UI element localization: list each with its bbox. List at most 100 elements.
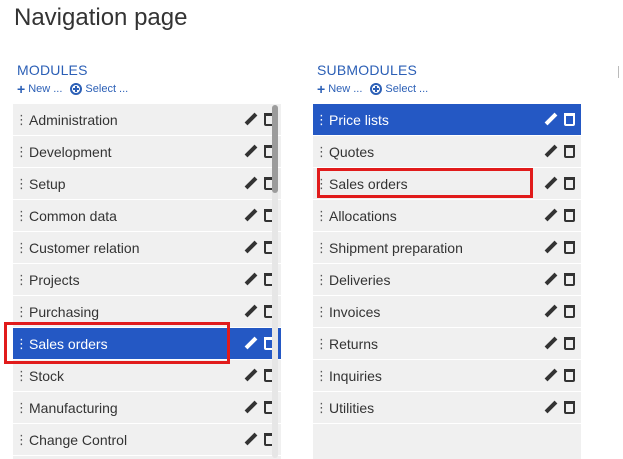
module-item-label: Administration <box>29 111 118 128</box>
pencil-icon[interactable] <box>544 177 558 191</box>
module-item-label: Change Control <box>29 431 128 448</box>
module-item-label: Setup <box>29 175 66 192</box>
submodule-item-shipment-preparation[interactable]: ⋮ Shipment preparation <box>313 232 581 264</box>
column-edge-fragment <box>618 66 619 78</box>
submodule-item-label: Shipment preparation <box>329 239 463 256</box>
module-item-projects[interactable]: ⋮ Projects <box>13 264 281 296</box>
module-item-manufacturing[interactable]: ⋮ Manufacturing <box>13 392 281 424</box>
pencil-icon[interactable] <box>544 369 558 383</box>
submodule-item-label: Utilities <box>329 399 375 416</box>
module-item-customer-relation[interactable]: ⋮ Customer relation <box>13 232 281 264</box>
trash-icon[interactable] <box>564 273 575 286</box>
grip-icon[interactable]: ⋮ <box>313 208 329 224</box>
submodule-item-label: Sales orders <box>329 175 408 192</box>
pencil-icon[interactable] <box>244 177 258 191</box>
modules-scrollbar-thumb[interactable] <box>272 105 278 193</box>
pencil-icon[interactable] <box>544 209 558 223</box>
grip-icon[interactable]: ⋮ <box>313 368 329 384</box>
modules-new-button[interactable]: + New ... <box>17 82 62 96</box>
submodule-item-inquiries[interactable]: ⋮ Inquiries <box>313 360 581 392</box>
modules-column: MODULES + New ... Select ... ⋮ Administr… <box>13 60 281 459</box>
grip-icon[interactable]: ⋮ <box>13 368 29 384</box>
submodule-item-sales-orders[interactable]: ⋮ Sales orders <box>313 168 581 200</box>
trash-icon[interactable] <box>564 241 575 254</box>
pencil-icon[interactable] <box>244 305 258 319</box>
trash-icon[interactable] <box>564 177 575 190</box>
module-item-setup[interactable]: ⋮ Setup <box>13 168 281 200</box>
pencil-icon[interactable] <box>544 273 558 287</box>
pencil-icon[interactable] <box>244 273 258 287</box>
grip-icon[interactable]: ⋮ <box>13 240 29 256</box>
grip-icon[interactable]: ⋮ <box>13 112 29 128</box>
trash-icon[interactable] <box>564 145 575 158</box>
grip-icon[interactable]: ⋮ <box>13 400 29 416</box>
submodule-item-price-lists[interactable]: ⋮ Price lists <box>313 104 581 136</box>
trash-icon[interactable] <box>564 305 575 318</box>
pencil-icon[interactable] <box>244 113 258 127</box>
pencil-icon[interactable] <box>244 145 258 159</box>
pencil-icon[interactable] <box>244 209 258 223</box>
module-item-development[interactable]: ⋮ Development <box>13 136 281 168</box>
grip-icon[interactable]: ⋮ <box>313 144 329 160</box>
modules-heading: MODULES <box>17 62 88 78</box>
module-item-stock[interactable]: ⋮ Stock <box>13 360 281 392</box>
pencil-icon[interactable] <box>244 401 258 415</box>
modules-select-button[interactable]: Select ... <box>70 83 128 95</box>
submodule-item-label: Invoices <box>329 303 381 320</box>
pencil-icon[interactable] <box>544 241 558 255</box>
module-item-administration[interactable]: ⋮ Administration <box>13 104 281 136</box>
zoom-plus-icon <box>70 83 83 95</box>
grip-icon[interactable]: ⋮ <box>13 144 29 160</box>
trash-icon[interactable] <box>564 209 575 222</box>
module-item-common-data[interactable]: ⋮ Common data <box>13 200 281 232</box>
pencil-icon[interactable] <box>244 337 258 351</box>
submodules-select-button[interactable]: Select ... <box>370 83 428 95</box>
submodules-select-label: Select ... <box>385 83 429 95</box>
grip-icon[interactable]: ⋮ <box>13 336 29 352</box>
trash-icon[interactable] <box>564 113 575 126</box>
grip-icon[interactable]: ⋮ <box>13 208 29 224</box>
submodule-item-label: Price lists <box>329 111 389 128</box>
grip-icon[interactable]: ⋮ <box>313 240 329 256</box>
grip-icon[interactable]: ⋮ <box>313 112 329 128</box>
trash-icon[interactable] <box>564 401 575 414</box>
submodule-item-utilities[interactable]: ⋮ Utilities <box>313 392 581 424</box>
module-item-purchasing[interactable]: ⋮ Purchasing <box>13 296 281 328</box>
grip-icon[interactable]: ⋮ <box>313 400 329 416</box>
pencil-icon[interactable] <box>244 241 258 255</box>
module-item-label: Common data <box>29 207 117 224</box>
module-item-change-control[interactable]: ⋮ Change Control <box>13 424 281 456</box>
grip-icon[interactable]: ⋮ <box>313 272 329 288</box>
pencil-icon[interactable] <box>544 305 558 319</box>
submodule-item-invoices[interactable]: ⋮ Invoices <box>313 296 581 328</box>
submodules-new-button[interactable]: + New ... <box>317 82 362 96</box>
grip-icon[interactable]: ⋮ <box>13 304 29 320</box>
grip-icon[interactable]: ⋮ <box>313 336 329 352</box>
submodule-item-label: Deliveries <box>329 271 391 288</box>
module-item-label: Customer relation <box>29 239 140 256</box>
trash-icon[interactable] <box>564 369 575 382</box>
submodule-item-label: Allocations <box>329 207 397 224</box>
page-title: Navigation page <box>14 4 188 31</box>
module-item-sales-orders[interactable]: ⋮ Sales orders <box>13 328 281 360</box>
plus-icon: + <box>17 81 26 97</box>
modules-select-label: Select ... <box>85 83 129 95</box>
submodule-item-label: Quotes <box>329 143 375 160</box>
pencil-icon[interactable] <box>544 337 558 351</box>
submodule-item-allocations[interactable]: ⋮ Allocations <box>313 200 581 232</box>
grip-icon[interactable]: ⋮ <box>313 176 329 192</box>
pencil-icon[interactable] <box>544 145 558 159</box>
submodule-item-quotes[interactable]: ⋮ Quotes <box>313 136 581 168</box>
submodules-new-label: New ... <box>328 83 363 95</box>
grip-icon[interactable]: ⋮ <box>13 432 29 448</box>
pencil-icon[interactable] <box>244 433 258 447</box>
submodule-item-returns[interactable]: ⋮ Returns <box>313 328 581 360</box>
grip-icon[interactable]: ⋮ <box>13 176 29 192</box>
pencil-icon[interactable] <box>244 369 258 383</box>
pencil-icon[interactable] <box>544 401 558 415</box>
grip-icon[interactable]: ⋮ <box>13 272 29 288</box>
pencil-icon[interactable] <box>544 113 558 127</box>
submodule-item-deliveries[interactable]: ⋮ Deliveries <box>313 264 581 296</box>
grip-icon[interactable]: ⋮ <box>313 304 329 320</box>
trash-icon[interactable] <box>564 337 575 350</box>
